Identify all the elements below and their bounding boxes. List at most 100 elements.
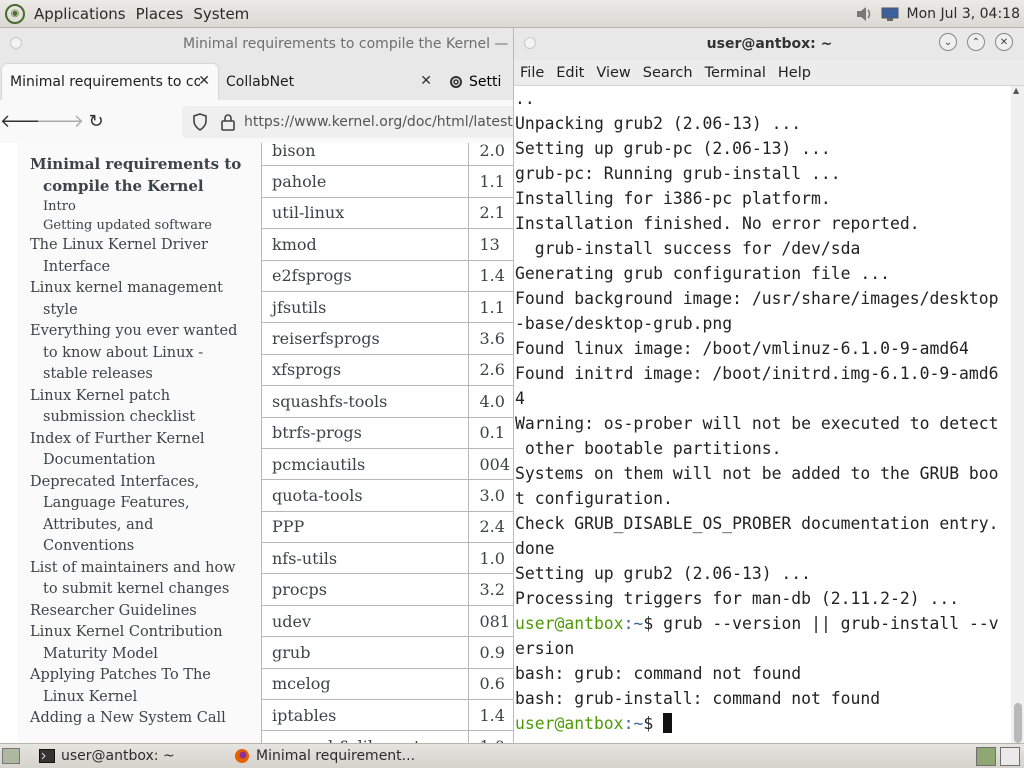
browser-titlebar[interactable]: Minimal requirements to compile the Kern…: [0, 28, 513, 60]
system-tray: Mon Jul 3, 04:18: [855, 0, 1020, 28]
prompt-path: :~: [623, 714, 644, 733]
sidebar-item-maturity-model[interactable]: Linux Kernel Contribution Maturity Model: [30, 622, 245, 665]
terminal-line: Generating grub configuration file ...: [515, 264, 890, 283]
close-icon[interactable]: ✕: [198, 73, 210, 89]
sidebar-item-management-style[interactable]: Linux kernel management style: [30, 278, 245, 321]
sidebar-item-further-docs[interactable]: Index of Further Kernel Documentation: [30, 429, 245, 472]
package-name: openssl & libcrypto: [260, 730, 470, 743]
menu-file[interactable]: File: [514, 65, 550, 81]
sidebar-item-maintainers[interactable]: List of maintainers and how to submit ke…: [30, 558, 245, 601]
tab-kernel-requirements[interactable]: Minimal requirements to con ✕: [2, 64, 218, 100]
package-version: 2.4: [468, 510, 513, 544]
output-line: bash: grub: command not found: [515, 664, 802, 683]
task-browser[interactable]: Minimal requirement...: [226, 745, 456, 768]
package-version: 0.6: [468, 667, 513, 701]
table-row: PPP 2.4: [260, 510, 513, 544]
package-name: iptables: [260, 699, 470, 732]
menu-edit[interactable]: Edit: [550, 65, 590, 81]
sidebar-item-new-syscall[interactable]: Adding a New System Call: [30, 708, 245, 730]
task-label: Minimal requirement...: [256, 748, 416, 764]
package-version: 1.1: [468, 290, 513, 324]
package-version: 3.6: [468, 322, 513, 355]
lock-icon[interactable]: [218, 113, 238, 131]
terminal-line: Check GRUB_DISABLE_OS_PROBER documentati…: [515, 514, 999, 533]
sidebar-subitem-intro[interactable]: Intro: [17, 197, 232, 216]
show-desktop-icon[interactable]: [2, 748, 20, 764]
package-version: 2.0: [468, 143, 513, 167]
forward-button[interactable]: 🡒: [36, 104, 84, 140]
tab-collabnet[interactable]: CollabNet ✕: [218, 64, 440, 100]
browser-window: Minimal requirements to compile the Kern…: [0, 28, 513, 743]
package-version: 3.2: [468, 573, 513, 606]
scrollbar-thumb[interactable]: [1014, 703, 1022, 743]
menu-help[interactable]: Help: [772, 65, 817, 81]
sidebar-item-driver-interface[interactable]: The Linux Kernel Driver Interface: [30, 235, 245, 278]
menu-search[interactable]: Search: [637, 65, 699, 81]
table-row: pcmciautils 004: [260, 447, 513, 481]
minimize-button[interactable]: ⌄: [939, 33, 957, 51]
sidebar-item-submission-checklist[interactable]: Linux Kernel patch submission checklist: [30, 386, 245, 429]
doc-sidebar: Minimal requirements to compile the Kern…: [17, 143, 261, 743]
close-button[interactable]: ✕: [995, 33, 1013, 51]
sidebar-item-applying-patches[interactable]: Applying Patches To The Linux Kernel: [30, 665, 245, 708]
close-icon[interactable]: ✕: [420, 73, 432, 89]
package-version: 081: [468, 604, 513, 638]
tab-label: Setti: [469, 74, 502, 90]
sidebar-item-researcher[interactable]: Researcher Guidelines: [30, 601, 245, 623]
url-bar[interactable]: https://www.kernel.org/doc/html/latest/: [182, 106, 513, 138]
output-line: bash: grub-install: command not found: [515, 689, 881, 708]
package-name: xfsprogs: [260, 353, 470, 387]
tab-settings[interactable]: Setti: [440, 64, 501, 100]
clock[interactable]: Mon Jul 3, 04:18: [907, 6, 1020, 22]
terminal-titlebar[interactable]: user@antbox: ~ ⌄ ⌃ ✕: [514, 28, 1024, 60]
workspace-2[interactable]: [1000, 747, 1020, 766]
terminal-line: Found linux image: /boot/vmlinuz-6.1.0-9…: [515, 339, 969, 358]
volume-icon[interactable]: [855, 6, 873, 22]
sidebar-item-stable-releases[interactable]: Everything you ever wanted to know about…: [30, 321, 245, 386]
terminal-line: grub-install success for /dev/sda: [515, 239, 861, 258]
workspace-1[interactable]: [976, 747, 996, 766]
table-row: quota-tools 3.0: [260, 479, 513, 512]
terminal-line: t configuration.: [515, 489, 673, 508]
prompt-symbol: $: [643, 614, 664, 633]
package-version: 004: [468, 447, 513, 481]
distro-logo-icon[interactable]: ◉: [5, 3, 25, 24]
menu-places[interactable]: Places: [131, 5, 189, 23]
package-name: bison: [260, 143, 470, 167]
terminal-line: Systems on them will not be added to the…: [515, 464, 999, 483]
package-name: reiserfsprogs: [260, 322, 470, 355]
package-name: pahole: [260, 165, 470, 198]
package-version: 1.4: [468, 699, 513, 732]
scroll-up-icon[interactable]: ▲: [1013, 86, 1019, 95]
menu-system[interactable]: System: [188, 5, 254, 23]
maximize-button[interactable]: ⌃: [967, 33, 985, 51]
network-icon[interactable]: [881, 6, 899, 22]
package-name: btrfs-progs: [260, 416, 470, 449]
package-name: e2fsprogs: [260, 259, 470, 292]
table-row: reiserfsprogs 3.6: [260, 322, 513, 355]
table-row: openssl & libcrypto1.0: [260, 730, 513, 743]
bottom-panel: user@antbox: ~ Minimal requirement...: [0, 743, 1024, 768]
menu-applications[interactable]: Applications: [29, 5, 131, 23]
active-prompt[interactable]: user@antbox:~$: [515, 711, 1012, 736]
window-menu-icon[interactable]: [10, 37, 22, 49]
package-name: procps: [260, 573, 470, 606]
terminal-line: -base/desktop-grub.png: [515, 314, 733, 333]
package-version: 2.6: [468, 353, 513, 387]
task-terminal[interactable]: user@antbox: ~: [31, 745, 219, 768]
sidebar-item-deprecated[interactable]: Deprecated Interfaces, Language Features…: [30, 472, 245, 558]
package-name: quota-tools: [260, 479, 470, 512]
reload-button[interactable]: ↻: [78, 104, 114, 140]
command-wrap: ersion: [515, 639, 575, 658]
shield-icon[interactable]: [190, 113, 210, 131]
terminal-scrollbar[interactable]: ▲: [1011, 86, 1024, 743]
terminal-line: Setting up grub-pc (2.06-13) ...: [515, 139, 831, 158]
table-row: procps 3.2: [260, 573, 513, 606]
package-name: nfs-utils: [260, 542, 470, 575]
sidebar-subitem-updated-software[interactable]: Getting updated software: [17, 216, 232, 235]
sidebar-item-current[interactable]: Minimal requirements to compile the Kern…: [30, 153, 245, 197]
menu-view[interactable]: View: [590, 65, 636, 81]
terminal-output[interactable]: .. Unpacking grub2 (2.06-13) ... Setting u…: [514, 86, 1012, 743]
package-name: kmod: [260, 228, 470, 261]
menu-terminal[interactable]: Terminal: [699, 65, 772, 81]
